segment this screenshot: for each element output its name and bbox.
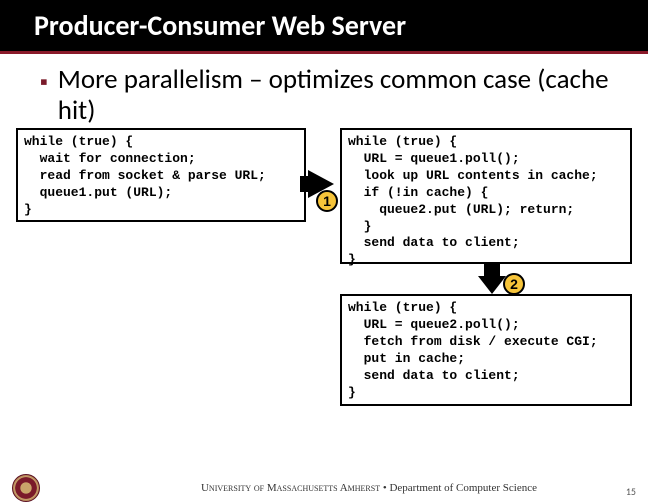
university-seal-icon	[12, 474, 40, 502]
bullet-text: More parallelism – optimizes common case…	[58, 64, 628, 126]
footer-text: University of Massachusetts Amherst • De…	[90, 482, 648, 494]
code-box-producer: while (true) { wait for connection; read…	[16, 128, 306, 222]
code-box-consumer-cache: while (true) { URL = queue1.poll(); look…	[340, 128, 632, 264]
badge-2: 2	[503, 273, 525, 295]
page-number: 15	[626, 485, 636, 498]
bullet-icon: ▪	[40, 68, 48, 95]
bullet-row: ▪ More parallelism – optimizes common ca…	[0, 54, 648, 128]
slide-title: Producer-Consumer Web Server	[0, 0, 648, 54]
diagram-area: while (true) { wait for connection; read…	[0, 128, 648, 428]
footer-dept: Department of Computer Science	[389, 482, 537, 494]
footer-university: University of Massachusetts Amherst	[201, 482, 380, 494]
arrow-down-icon	[478, 276, 506, 294]
code-box-consumer-disk: while (true) { URL = queue2.poll(); fetc…	[340, 294, 632, 406]
badge-1: 1	[316, 190, 338, 212]
footer: University of Massachusetts Amherst • De…	[0, 472, 648, 504]
